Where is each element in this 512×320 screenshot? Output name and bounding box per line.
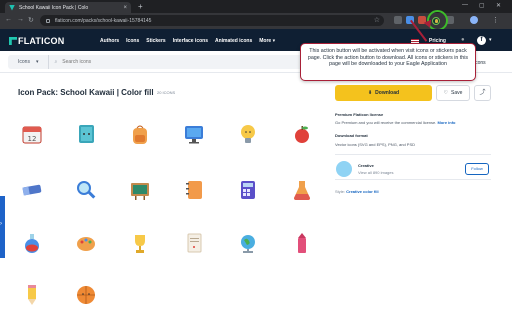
author-name[interactable]: Creative: [358, 163, 374, 168]
nav-stickers[interactable]: Stickers: [146, 38, 165, 44]
author-avatar[interactable]: [336, 161, 352, 177]
eagle-tooltip-popover: This action button will be activated whe…: [300, 43, 476, 81]
download-icon: ⬇: [367, 90, 373, 96]
paper-icon[interactable]: [183, 232, 205, 254]
popover-text: This action button will be activated whe…: [307, 48, 469, 68]
basketball-icon[interactable]: [75, 284, 97, 306]
chalkboard-icon[interactable]: [129, 179, 151, 201]
pencil-icon[interactable]: [21, 284, 43, 306]
format-text: Vector icons (SVG and EPS), PNG, and PSD: [335, 142, 416, 147]
logo-mark-icon: [9, 37, 17, 45]
apple-icon[interactable]: [291, 123, 313, 145]
bookmark-star-icon[interactable]: ☆: [374, 16, 380, 24]
crayon-icon[interactable]: [291, 232, 313, 254]
main-nav: Authors Icons Stickers Interface icons A…: [100, 38, 275, 44]
maximize-icon[interactable]: ▢: [479, 2, 485, 9]
svg-text:12: 12: [28, 135, 37, 143]
license-title: Premium Flaticon license: [335, 112, 384, 117]
browser-tab[interactable]: School Kawaii Icon Pack | Colo ×: [5, 2, 131, 13]
reload-icon[interactable]: ↻: [28, 16, 34, 24]
url-text: flaticon.com/packs/school-kawaii-1578414…: [55, 17, 152, 24]
icon-count: 20 ICONS: [157, 90, 176, 95]
nav-animated-icons[interactable]: Animated icons: [215, 38, 252, 44]
icon-grid: 12: [18, 120, 318, 310]
lightbulb-icon[interactable]: [237, 123, 259, 145]
user-avatar[interactable]: f: [477, 36, 486, 45]
notebook-icon[interactable]: [183, 179, 205, 201]
format-title: Download format: [335, 133, 368, 138]
book-icon[interactable]: [75, 123, 97, 145]
back-icon[interactable]: ←: [5, 16, 12, 23]
style-line: Style: Creative color fill: [335, 189, 379, 194]
profile-icon[interactable]: [470, 16, 478, 24]
browser-menu-icon[interactable]: ⋮: [492, 16, 499, 24]
search-scope-select[interactable]: Icons ▾: [8, 55, 50, 69]
flask-icon[interactable]: [291, 179, 313, 201]
save-button[interactable]: ♡ Save: [436, 85, 470, 101]
search-icon: ⌕: [54, 59, 58, 65]
backpack-icon[interactable]: [129, 123, 151, 145]
more-info-link[interactable]: More info: [438, 120, 456, 125]
close-tab-icon[interactable]: ×: [123, 5, 127, 11]
style-link[interactable]: Creative color fill: [346, 189, 378, 194]
flaticon-logo[interactable]: FLATICON: [9, 36, 64, 46]
calendar-icon[interactable]: 12: [21, 123, 43, 145]
nav-more[interactable]: More ▾: [259, 38, 275, 44]
side-panel-tab[interactable]: [0, 196, 5, 258]
author-card: Creative View all 890 images Follow: [335, 154, 491, 180]
magnifier-icon[interactable]: [75, 179, 97, 201]
download-button[interactable]: ⬇ Download: [335, 85, 432, 101]
lock-icon: [46, 18, 50, 23]
minimize-icon[interactable]: —: [462, 2, 468, 8]
chevron-down-icon[interactable]: ▾: [489, 37, 492, 43]
window-close-icon[interactable]: ✕: [496, 2, 501, 9]
chevron-down-icon: ▾: [35, 59, 39, 65]
license-text: Go Premium and you will receive the comm…: [335, 120, 456, 125]
flaticon-favicon-icon: [9, 4, 15, 11]
monitor-icon[interactable]: [183, 123, 205, 145]
forward-icon[interactable]: →: [17, 16, 24, 23]
heart-icon: ♡: [443, 90, 449, 96]
potion-icon[interactable]: [21, 232, 43, 254]
new-tab-icon[interactable]: +: [138, 2, 143, 11]
nav-icons[interactable]: Icons: [126, 38, 139, 44]
omnibox[interactable]: flaticon.com/packs/school-kawaii-1578414…: [40, 15, 384, 26]
tab-title: School Kawaii Icon Pack | Colo: [19, 4, 89, 11]
extension-icon[interactable]: [394, 16, 402, 24]
share-icon[interactable]: ⤴: [474, 85, 491, 101]
author-view-all[interactable]: View all 890 images: [358, 170, 394, 175]
palette-icon[interactable]: [75, 232, 97, 254]
globe-icon[interactable]: [237, 232, 259, 254]
trophy-icon[interactable]: [129, 232, 151, 254]
nav-interface-icons[interactable]: Interface icons: [173, 38, 208, 44]
eraser-icon[interactable]: [21, 179, 43, 201]
page-title: Icon Pack: School Kawaii | Color fill: [18, 88, 154, 97]
nav-authors[interactable]: Authors: [100, 38, 119, 44]
calculator-icon[interactable]: [237, 179, 259, 201]
follow-button[interactable]: Follow: [465, 163, 489, 175]
main-content: Icon Pack: School Kawaii | Color fill 20…: [0, 73, 512, 320]
